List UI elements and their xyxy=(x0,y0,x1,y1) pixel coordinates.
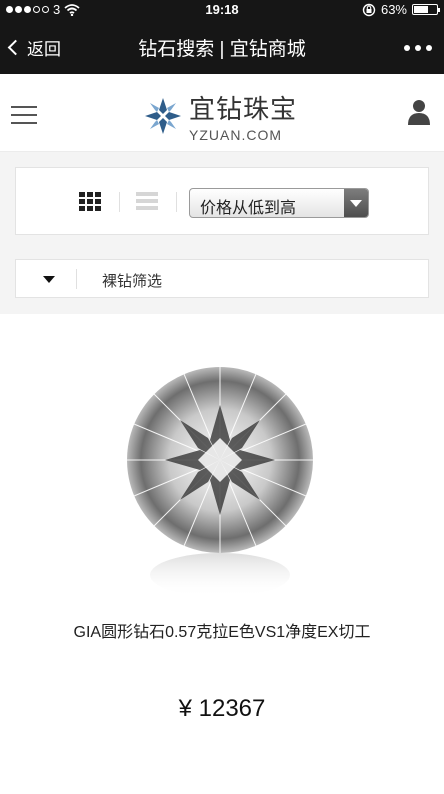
more-dots-icon[interactable] xyxy=(404,45,432,51)
divider xyxy=(76,269,77,289)
diamond-logo-icon xyxy=(145,98,181,134)
site-header: 宜钻珠宝 YZUAN.COM xyxy=(0,74,444,152)
app-nav-bar: 返回 钻石搜索 | 宜钻商城 xyxy=(0,20,444,74)
dropdown-arrow-icon xyxy=(344,189,368,217)
divider xyxy=(176,192,177,212)
product-image[interactable] xyxy=(120,360,320,605)
page-title: 钻石搜索 | 宜钻商城 xyxy=(138,39,306,60)
caret-down-icon xyxy=(43,276,55,283)
sort-select[interactable]: 价格从低到高 xyxy=(189,188,369,218)
grid-view-icon[interactable] xyxy=(79,192,101,211)
logo-text-cn: 宜钻珠宝 xyxy=(189,95,298,125)
status-bar: 3 19:18 63% xyxy=(0,0,444,20)
filter-label: 裸钻筛选 xyxy=(102,273,163,290)
user-icon[interactable] xyxy=(408,99,430,125)
battery-percent: 63% xyxy=(380,2,407,17)
logo-text-en: YZUAN.COM xyxy=(189,127,282,143)
battery-icon xyxy=(412,4,440,15)
sort-selected-label: 价格从低到高 xyxy=(200,200,297,217)
battery-status: 63% xyxy=(362,2,440,17)
list-view-icon[interactable] xyxy=(136,192,158,210)
divider xyxy=(119,192,120,212)
diamond-filter-toggle[interactable]: 裸钻筛选 xyxy=(15,259,429,298)
product-price: ¥ 12367 xyxy=(178,695,266,722)
view-sort-toolbar: 价格从低到高 xyxy=(15,167,429,235)
site-logo[interactable]: 宜钻珠宝 YZUAN.COM xyxy=(143,94,297,143)
battery-level-fill xyxy=(414,6,428,13)
rotation-lock-icon xyxy=(362,3,376,16)
product-name[interactable]: GIA圆形钻石0.57克拉E色VS1净度EX切工 xyxy=(40,620,404,645)
hamburger-menu-icon[interactable] xyxy=(11,106,37,124)
